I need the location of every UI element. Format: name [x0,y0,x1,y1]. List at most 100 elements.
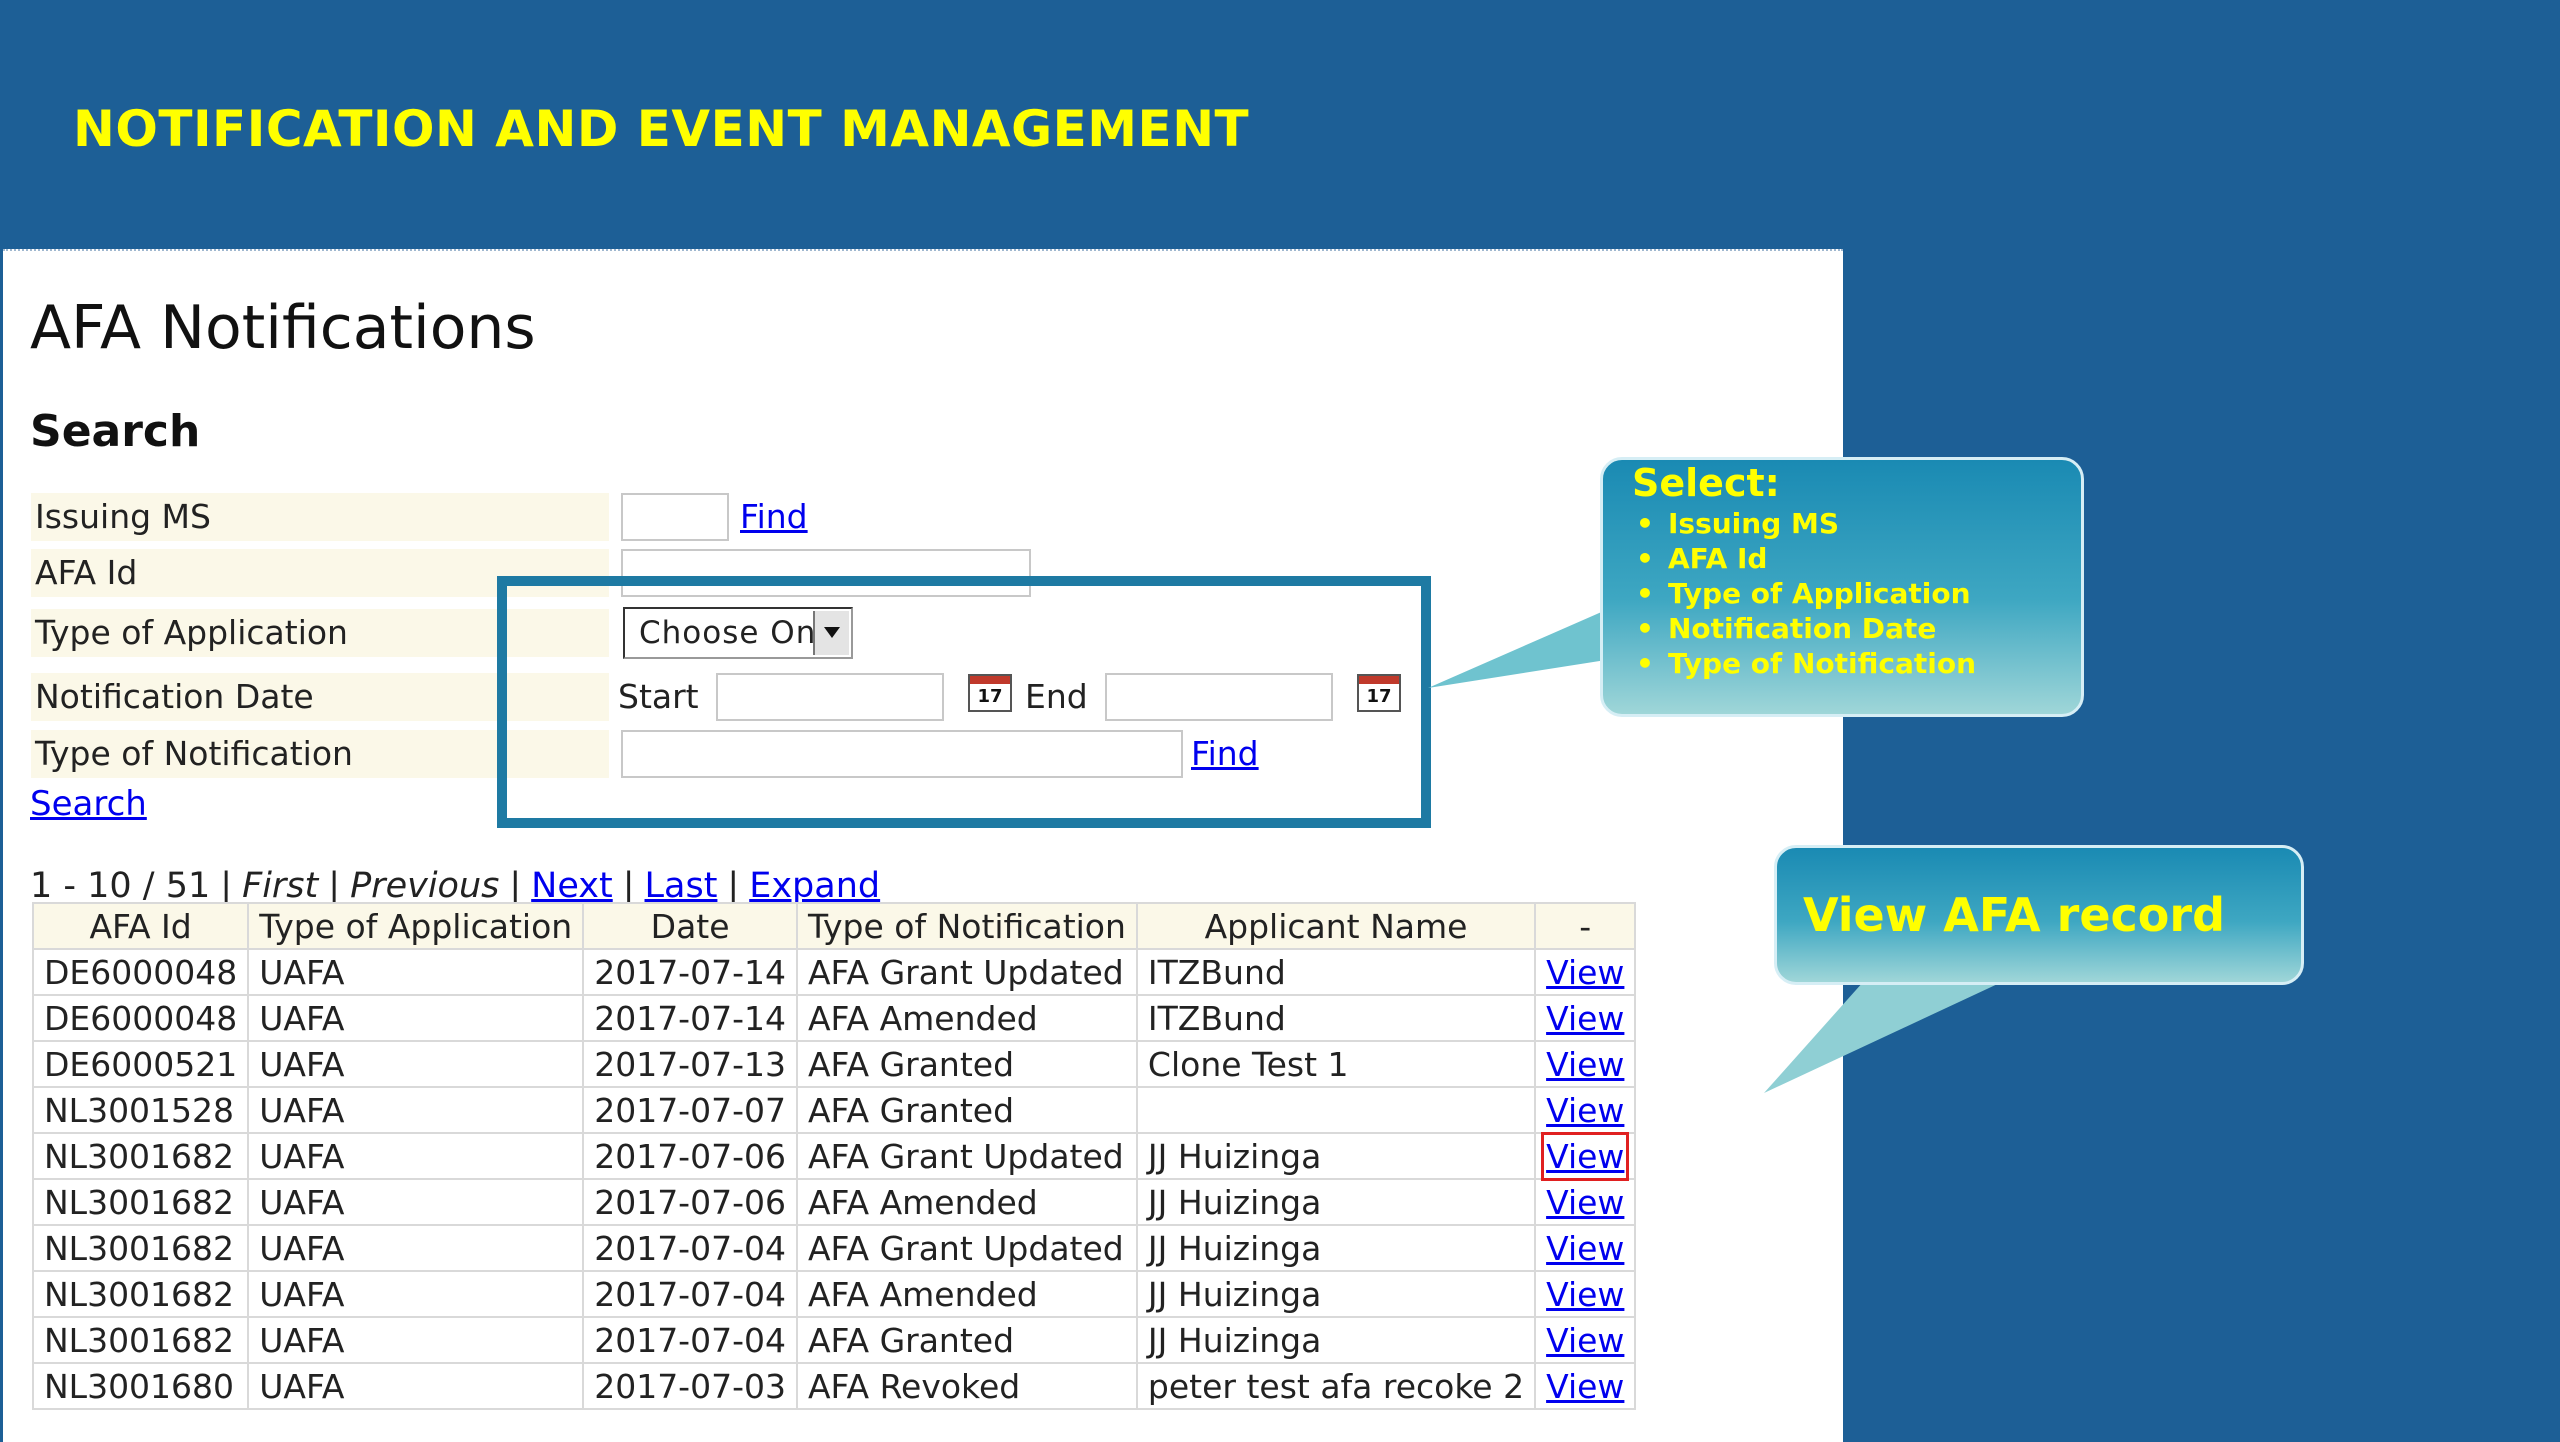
search-section-title: Search [30,406,201,457]
table-row: DE6000521 UAFA 2017-07-13 AFA Granted Clone … [31,1040,1637,1088]
table-row: DE6000048 UAFA 2017-07-14 AFA Grant Updated… [31,948,1637,996]
table-cell: 2017-07-13 [582,1040,798,1088]
table-row: NL3001682 UAFA 2017-07-04 AFA Granted JJ Hui… [31,1316,1637,1364]
table-cell: peter test afa recoke 2 [1135,1362,1537,1410]
column-header: Type of Notification [795,902,1138,950]
column-header: Type of Application [247,902,585,950]
table-cell: DE6000521 [31,1040,250,1088]
select-callout-pointer [1428,610,1606,688]
table-cell: AFA Granted [795,1040,1138,1088]
table-cell: UAFA [247,1132,585,1180]
table-cell: NL3001682 [31,1316,250,1364]
table-cell: UAFA [247,994,585,1042]
afa-notifications-panel: AFA Notifications Search Issuing MS Find… [3,249,1843,1442]
table-cell: NL3001682 [31,1132,250,1180]
table-cell: NL3001528 [31,1086,250,1134]
slide-title: NOTIFICATION AND EVENT MANAGEMENT [73,100,1250,158]
select-callout-item: AFA Id [1632,541,2061,576]
view-link[interactable]: View [1546,1321,1624,1360]
view-link[interactable]: View [1546,1229,1624,1268]
pager-previous: Previous [350,866,500,906]
view-link[interactable]: View [1541,1131,1630,1181]
table-cell: UAFA [247,1224,585,1272]
table-cell: UAFA [247,1178,585,1226]
view-link[interactable]: View [1546,1091,1624,1130]
table-row: NL3001682 UAFA 2017-07-04 AFA Grant Updated… [31,1224,1637,1272]
table-row: NL3001680 UAFA 2017-07-03 AFA Revoked peter … [31,1362,1637,1410]
table-header-row: AFA Id Type of Application Date Type of … [31,902,1637,950]
view-link[interactable]: View [1546,1275,1624,1314]
table-cell: Clone Test 1 [1135,1040,1537,1088]
table-cell: 2017-07-14 [582,948,798,996]
table-row: DE6000048 UAFA 2017-07-14 AFA Amended ITZBun… [31,994,1637,1042]
table-cell: DE6000048 [31,948,250,996]
table-cell: UAFA [247,1362,585,1410]
table-cell: UAFA [247,1040,585,1088]
view-cell: View [1534,1316,1637,1364]
select-callout-item: Issuing MS [1632,506,2061,541]
view-cell: View [1534,1131,1637,1181]
notifications-table: AFA Id Type of Application Date Type of … [31,902,1637,1410]
select-callout-item: Type of Application [1632,576,2061,611]
select-callout-heading: Select: [1632,461,1780,505]
issuing-ms-find-link[interactable]: Find [740,493,808,541]
table-cell: UAFA [247,1086,585,1134]
search-criteria-highlight [497,576,1431,828]
table-cell: ITZBund [1135,994,1537,1042]
view-link[interactable]: View [1546,999,1624,1038]
table-cell: NL3001682 [31,1270,250,1318]
pager-expand-link[interactable]: Expand [749,866,880,906]
table-cell: NL3001682 [31,1224,250,1272]
view-cell: View [1534,1086,1637,1134]
page-title: AFA Notifications [30,293,536,363]
table-row: NL3001682 UAFA 2017-07-06 AFA Amended JJ Hui… [31,1178,1637,1226]
pager-first: First [242,866,319,906]
table-cell: AFA Revoked [795,1362,1138,1410]
table-cell: AFA Grant Updated [795,1224,1138,1272]
table-cell: UAFA [247,1316,585,1364]
view-cell: View [1534,1224,1637,1272]
search-link[interactable]: Search [30,784,147,824]
table-cell: JJ Huizinga [1135,1316,1537,1364]
select-callout-list: Issuing MS AFA Id Type of Application No… [1632,506,2061,681]
view-link[interactable]: View [1546,1183,1624,1222]
column-header: Applicant Name [1135,902,1537,950]
pager-next-link[interactable]: Next [531,866,613,906]
table-cell: 2017-07-04 [582,1224,798,1272]
table-cell: ITZBund [1135,948,1537,996]
view-cell: View [1534,1040,1637,1088]
view-link[interactable]: View [1546,1367,1624,1406]
view-callout: View AFA record [1774,845,2304,985]
view-callout-pointer [1764,981,2000,1093]
select-callout-item: Type of Notification [1632,646,2061,681]
table-cell: JJ Huizinga [1135,1178,1537,1226]
table-cell: 2017-07-06 [582,1132,798,1180]
view-cell: View [1534,948,1637,996]
view-cell: View [1534,1362,1637,1410]
view-cell: View [1534,1178,1637,1226]
view-link[interactable]: View [1546,953,1624,992]
view-link[interactable]: View [1546,1045,1624,1084]
table-cell: AFA Amended [795,1178,1138,1226]
pagination-range: 1 - 10 / 51 [30,866,211,906]
table-cell: 2017-07-07 [582,1086,798,1134]
select-callout: Select: Issuing MS AFA Id Type of Applic… [1600,457,2084,717]
table-cell: 2017-07-03 [582,1362,798,1410]
table-cell: NL3001682 [31,1178,250,1226]
pagination-bar: 1 - 10 / 51 | First | Previous | Next | Last | Exp… [30,866,881,906]
column-header: - [1534,902,1637,950]
issuing-ms-input[interactable] [621,493,729,541]
table-cell: AFA Granted [795,1086,1138,1134]
view-cell: View [1534,1270,1637,1318]
table-cell [1135,1086,1537,1134]
table-row: NL3001682 UAFA 2017-07-06 AFA Grant Updated… [31,1131,1637,1181]
table-cell: 2017-07-04 [582,1270,798,1318]
table-cell: DE6000048 [31,994,250,1042]
table-row: NL3001528 UAFA 2017-07-07 AFA Granted View [31,1086,1637,1134]
table-cell: UAFA [247,948,585,996]
table-row: NL3001682 UAFA 2017-07-04 AFA Amended JJ Hui… [31,1270,1637,1318]
table-cell: NL3001680 [31,1362,250,1410]
table-cell: AFA Granted [795,1316,1138,1364]
pager-last-link[interactable]: Last [645,866,718,906]
table-cell: UAFA [247,1270,585,1318]
